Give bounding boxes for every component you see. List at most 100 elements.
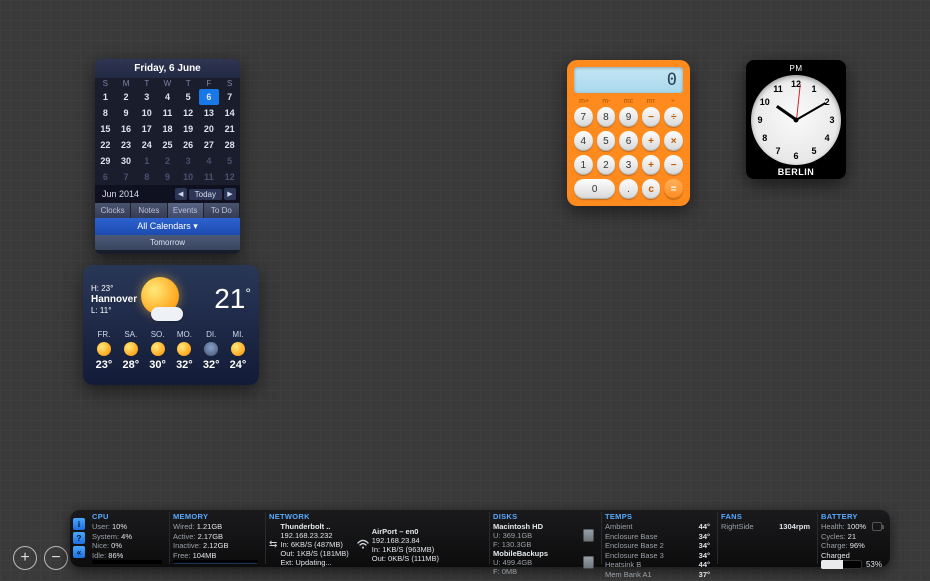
weather-widget[interactable]: H: 23° Hannover L: 11° 21° FR.23°SA.28°S… (83, 265, 259, 385)
calendar-day[interactable]: 7 (219, 89, 240, 105)
calc-mem-mr[interactable]: mr (641, 98, 661, 105)
clock-city-label: BERLIN (750, 167, 842, 177)
calendar-day[interactable]: 4 (199, 153, 220, 169)
calendar-tab-notes[interactable]: Notes (131, 203, 167, 218)
calc-key-2[interactable]: 2 (597, 155, 616, 175)
calendar-title: Friday, 6 June (95, 59, 240, 78)
calendar-today-button[interactable]: Today (189, 189, 222, 200)
calendar-day[interactable]: 26 (178, 137, 199, 153)
calendar-day[interactable]: 29 (95, 153, 116, 169)
calendar-day[interactable]: 25 (157, 137, 178, 153)
calc-key-9[interactable]: 9 (619, 107, 638, 127)
calendar-day[interactable]: 9 (157, 169, 178, 185)
calendar-day[interactable]: 3 (136, 89, 157, 105)
calc-key-×[interactable]: × (664, 131, 683, 151)
calc-key-.[interactable]: . (619, 179, 638, 199)
calendar-day[interactable]: 10 (178, 169, 199, 185)
istat-battery-section: Battery Health: 100%Cycles: 21Charge: 96… (817, 512, 885, 564)
calendar-widget[interactable]: Friday, 6 June SMTWTFS 12345678910111213… (95, 59, 240, 254)
istat-network-section: Network ⇆ Thunderbolt .. 192.168.23.232 … (265, 512, 485, 564)
calendar-day[interactable]: 24 (136, 137, 157, 153)
calendar-day[interactable]: 1 (136, 153, 157, 169)
calculator-display: 0 (574, 67, 683, 93)
forecast-day: SO.30° (145, 330, 171, 371)
calc-key-5[interactable]: 5 (597, 131, 616, 151)
calendar-day[interactable]: 7 (116, 169, 137, 185)
calendar-day[interactable]: 22 (95, 137, 116, 153)
calendar-day[interactable]: 4 (157, 89, 178, 105)
battery-plug-icon (872, 522, 882, 531)
calc-mem-÷[interactable]: ÷ (663, 98, 683, 105)
calendar-day[interactable]: 21 (219, 121, 240, 137)
calendar-tabs: ClocksNotesEventsTo Do (95, 203, 240, 218)
calc-key-7[interactable]: 7 (574, 107, 593, 127)
calendar-day[interactable]: 27 (199, 137, 220, 153)
calendar-day[interactable]: 20 (199, 121, 220, 137)
dashboard-remove-button[interactable]: − (44, 546, 68, 570)
calc-key-−[interactable]: − (642, 107, 661, 127)
calc-key-6[interactable]: 6 (619, 131, 638, 151)
istat-widget[interactable]: i ? « CPU User: 10%System: 4%Nice: 0%Idl… (70, 509, 890, 567)
calc-key-=[interactable]: = (664, 179, 683, 199)
calendar-day[interactable]: 8 (95, 105, 116, 121)
calc-key-−[interactable]: − (664, 155, 683, 175)
dashboard-add-button[interactable]: + (13, 546, 37, 570)
calendar-day[interactable]: 5 (178, 89, 199, 105)
calc-key-0[interactable]: 0 (574, 179, 615, 199)
calendar-day[interactable]: 6 (95, 169, 116, 185)
calc-key-1[interactable]: 1 (574, 155, 593, 175)
calendar-tab-events[interactable]: Events (168, 203, 204, 218)
calendar-day[interactable]: 10 (136, 105, 157, 121)
calendar-day[interactable]: 5 (219, 153, 240, 169)
calc-mem-m+[interactable]: m+ (574, 98, 594, 105)
calculator-keypad: 789−÷456+×123+−0.c= (574, 107, 683, 199)
calc-key-÷[interactable]: ÷ (664, 107, 683, 127)
calendar-day[interactable]: 12 (178, 105, 199, 121)
istat-help-button[interactable]: ? (73, 532, 85, 544)
calendar-day[interactable]: 14 (219, 105, 240, 121)
istat-fans-section: Fans RightSide1304rpm (717, 512, 813, 564)
calendar-next-button[interactable]: ▶ (224, 188, 236, 200)
calc-key-c[interactable]: c (642, 179, 661, 199)
calc-key-3[interactable]: 3 (619, 155, 638, 175)
calendar-day[interactable]: 2 (157, 153, 178, 169)
calendar-tab-clocks[interactable]: Clocks (95, 203, 131, 218)
calendar-day[interactable]: 8 (136, 169, 157, 185)
calendar-tab-to-do[interactable]: To Do (204, 203, 240, 218)
world-clock-widget[interactable]: PM 121234567891011 BERLIN (746, 60, 846, 179)
calc-key-8[interactable]: 8 (597, 107, 616, 127)
calc-key-4[interactable]: 4 (574, 131, 593, 151)
calendar-prev-button[interactable]: ◀ (175, 188, 187, 200)
calendar-all-calendars[interactable]: All Calendars ▾ (95, 218, 240, 235)
calendar-day[interactable]: 15 (95, 121, 116, 137)
istat-info-button[interactable]: i (73, 518, 85, 530)
calendar-day[interactable]: 30 (116, 153, 137, 169)
calc-mem-mc[interactable]: mc (618, 98, 638, 105)
calendar-day[interactable]: 23 (116, 137, 137, 153)
calendar-day[interactable]: 1 (95, 89, 116, 105)
calendar-day[interactable]: 16 (116, 121, 137, 137)
calendar-day[interactable]: 6 (199, 89, 220, 105)
calc-key-+[interactable]: + (642, 155, 661, 175)
calendar-day[interactable]: 11 (199, 169, 220, 185)
istat-disks-section: Disks Macintosh HDU: 369.1GBF: 130.3GBMo… (489, 512, 597, 564)
calculator-memory-row: m+m-mcmr÷ (574, 98, 683, 105)
calendar-day[interactable]: 3 (178, 153, 199, 169)
calendar-day[interactable]: 28 (219, 137, 240, 153)
calendar-day[interactable]: 19 (178, 121, 199, 137)
calculator-widget[interactable]: 0 m+m-mcmr÷ 789−÷456+×123+−0.c= (567, 60, 690, 206)
calendar-day[interactable]: 11 (157, 105, 178, 121)
calendar-day[interactable]: 13 (199, 105, 220, 121)
calendar-day[interactable]: 18 (157, 121, 178, 137)
second-hand (796, 84, 801, 120)
calendar-day[interactable]: 12 (219, 169, 240, 185)
weather-current-temp: 21° (214, 283, 251, 315)
disk-item: MobileBackupsU: 499.4GBF: 0MB (493, 549, 594, 576)
istat-collapse-button[interactable]: « (73, 546, 85, 558)
forecast-day: DI.32° (198, 330, 224, 371)
calc-key-+[interactable]: + (642, 131, 661, 151)
calendar-day[interactable]: 2 (116, 89, 137, 105)
calendar-day[interactable]: 17 (136, 121, 157, 137)
calc-mem-m-[interactable]: m- (596, 98, 616, 105)
calendar-day[interactable]: 9 (116, 105, 137, 121)
